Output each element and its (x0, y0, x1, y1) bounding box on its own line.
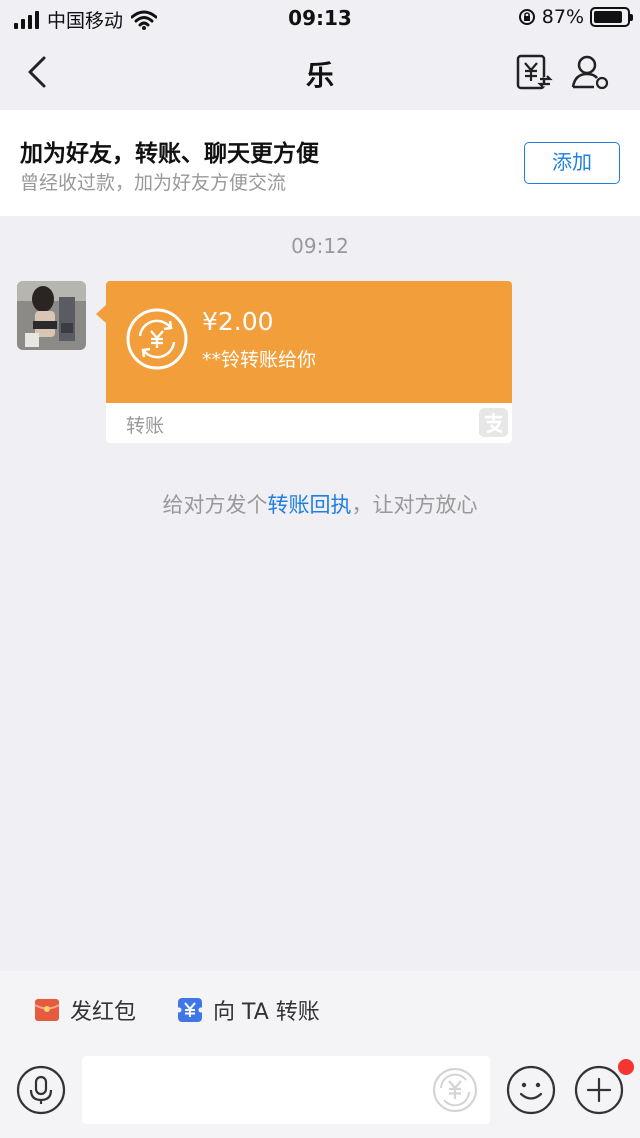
transfer-amount: ¥2.00 (202, 307, 274, 336)
yen-icon[interactable] (430, 1065, 480, 1115)
status-bar: 中国移动 09:13 87% (0, 0, 640, 36)
receipt-tip-tail: ，让对方放心 (351, 493, 478, 517)
transfer-receipt-link[interactable]: 转账回执 (268, 493, 352, 517)
avatar-photo (17, 281, 86, 350)
banner-subtitle: 曾经收过款，加为好友方便交流 (20, 172, 287, 194)
receipt-tip-text: 给对方发个 (162, 493, 268, 517)
status-right: 87% (518, 6, 633, 28)
yen-circle-icon (126, 308, 188, 370)
plus-icon[interactable] (574, 1065, 624, 1115)
avatar[interactable] (17, 281, 86, 350)
input-bar (0, 1051, 640, 1138)
message-input[interactable] (82, 1056, 490, 1124)
red-packet-button[interactable]: 发红包 (22, 987, 149, 1033)
battery-icon (590, 7, 633, 27)
alipay-logo-icon (479, 408, 508, 437)
bubble-tail (96, 305, 106, 323)
add-friend-button[interactable]: 添加 (524, 142, 620, 184)
add-friend-banner: 加为好友，转账、聊天更方便 曾经收过款，加为好友方便交流 添加 (0, 110, 640, 216)
person-settings-icon[interactable] (570, 52, 610, 92)
nav-bar: 乐 (0, 36, 640, 110)
transfer-description: **铃转账给你 (202, 349, 317, 371)
banner-title: 加为好友，转账、聊天更方便 (20, 141, 319, 167)
smiley-icon[interactable] (506, 1065, 556, 1115)
red-packet-label: 发红包 (70, 1000, 137, 1025)
receipt-tip: 给对方发个转账回执，让对方放心 (0, 489, 640, 519)
transfer-yen-icon (177, 998, 203, 1022)
transfer-card-body: ¥2.00 **铃转账给你 (106, 281, 512, 403)
microphone-icon[interactable] (16, 1065, 66, 1115)
message-timestamp: 09:12 (291, 234, 349, 258)
shortcut-bar: 发红包 向 TA 转账 (0, 971, 640, 1051)
transfer-card[interactable]: ¥2.00 **铃转账给你 转账 (106, 281, 512, 443)
battery-fill (594, 11, 622, 23)
orientation-lock-icon (518, 9, 535, 25)
transfer-to-ta-button[interactable]: 向 TA 转账 (165, 987, 332, 1033)
notification-dot (618, 1059, 634, 1075)
back-button[interactable] (20, 52, 60, 92)
transfer-footer-label: 转账 (126, 415, 165, 437)
red-packet-icon (34, 999, 60, 1021)
transfer-to-ta-label: 向 TA 转账 (213, 1000, 320, 1025)
battery-percent: 87% (541, 6, 584, 28)
transfer-card-footer: 转账 (106, 403, 512, 443)
yen-transfer-icon[interactable] (513, 52, 553, 92)
